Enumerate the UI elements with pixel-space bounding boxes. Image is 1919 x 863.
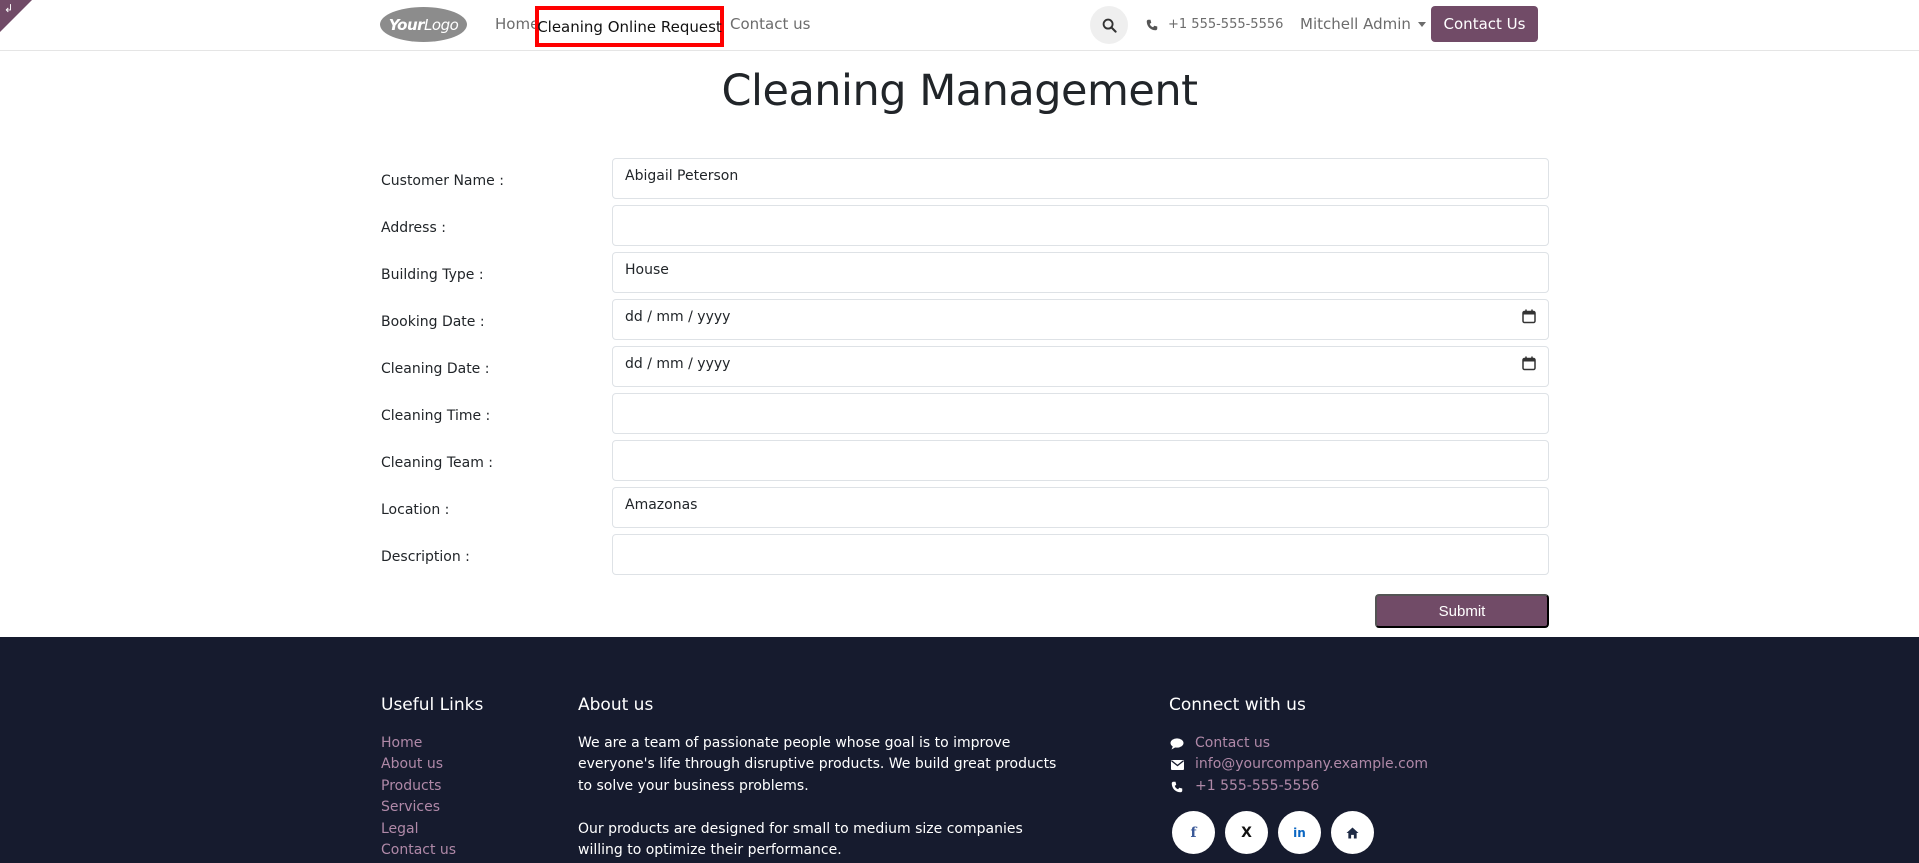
address-input[interactable] — [612, 205, 1549, 246]
nav-contact-us[interactable]: Contact us — [730, 15, 810, 33]
about-us-paragraph-2: Our products are designed for small to m… — [578, 820, 1023, 859]
about-us-heading: About us — [578, 695, 654, 715]
connect-email[interactable]: info@yourcompany.example.com — [1169, 754, 1428, 775]
cleaning-date-value: dd / mm / yyyy — [625, 355, 731, 372]
nav-cleaning-online-request[interactable]: Cleaning Online Request — [535, 6, 724, 47]
home-icon — [1346, 826, 1359, 839]
calendar-icon[interactable] — [1522, 356, 1536, 371]
connect-email-address: info@yourcompany.example.com — [1195, 756, 1429, 773]
form-row-building-type: Building Type : House — [381, 252, 1549, 293]
linkedin-icon: in — [1293, 825, 1306, 840]
header-phone[interactable]: +1 555-555-5556 — [1146, 17, 1283, 32]
search-icon — [1102, 18, 1117, 33]
x-twitter-button[interactable]: X — [1225, 811, 1268, 854]
form-row-cleaning-team: Cleaning Team : — [381, 440, 1549, 481]
chevron-down-icon — [1417, 21, 1426, 27]
about-us-text: We are a team of passionate people whose… — [578, 733, 1058, 861]
nav-home[interactable]: Home — [495, 15, 539, 33]
footer-link-contact-us[interactable]: Contact us — [381, 840, 456, 861]
connect-list: Contact us info@yourcompany.example.com … — [1169, 733, 1428, 797]
footer-link-about-us[interactable]: About us — [381, 754, 456, 775]
footer-link-services[interactable]: Services — [381, 797, 456, 818]
customer-name-value: Abigail Peterson — [625, 167, 739, 184]
contact-us-button[interactable]: Contact Us — [1431, 6, 1538, 42]
user-name: Mitchell Admin — [1300, 15, 1411, 33]
form-row-address: Address : — [381, 205, 1549, 246]
form-row-description: Description : — [381, 534, 1549, 575]
booking-date-value: dd / mm / yyyy — [625, 308, 731, 325]
connect-phone-number: +1 555-555-5556 — [1195, 777, 1320, 794]
building-type-label: Building Type : — [381, 267, 484, 283]
cleaning-team-input[interactable] — [612, 440, 1549, 481]
form-row-booking-date: Booking Date : dd / mm / yyyy — [381, 299, 1549, 340]
cleaning-date-label: Cleaning Date : — [381, 361, 490, 377]
description-label: Description : — [381, 549, 470, 565]
phone-icon — [1146, 19, 1158, 30]
footer-link-products[interactable]: Products — [381, 776, 456, 797]
footer-link-home[interactable]: Home — [381, 733, 456, 754]
building-type-input[interactable]: House — [612, 252, 1549, 293]
footer-link-legal[interactable]: Legal — [381, 819, 456, 840]
user-menu-dropdown[interactable]: Mitchell Admin — [1300, 15, 1426, 33]
home-button[interactable] — [1331, 811, 1374, 854]
form-row-cleaning-time: Cleaning Time : — [381, 393, 1549, 434]
comment-icon — [1169, 738, 1185, 750]
form-row-cleaning-date: Cleaning Date : dd / mm / yyyy — [381, 346, 1549, 387]
submit-button[interactable]: Submit — [1375, 594, 1549, 628]
useful-links-list: Home About us Products Services Legal Co… — [381, 733, 456, 861]
company-logo[interactable]: Your Logo — [380, 7, 467, 42]
calendar-icon[interactable] — [1522, 309, 1536, 324]
search-button[interactable] — [1090, 6, 1128, 44]
useful-links-heading: Useful Links — [381, 695, 484, 715]
linkedin-button[interactable]: in — [1278, 811, 1321, 854]
top-navbar: Your Logo Home Cleaning Online Request Co… — [0, 0, 1919, 51]
booking-date-label: Booking Date : — [381, 314, 485, 330]
customer-name-input[interactable]: Abigail Peterson — [612, 158, 1549, 199]
connect-phone[interactable]: +1 555-555-5556 — [1169, 776, 1428, 797]
connect-contact-us[interactable]: Contact us — [1169, 733, 1428, 754]
connect-heading: Connect with us — [1169, 695, 1306, 715]
cleaning-team-label: Cleaning Team : — [381, 455, 493, 471]
cleaning-date-input[interactable]: dd / mm / yyyy — [612, 346, 1549, 387]
corner-arrow-icon: ↲ — [4, 2, 14, 15]
booking-date-input[interactable]: dd / mm / yyyy — [612, 299, 1549, 340]
cleaning-time-input[interactable] — [612, 393, 1549, 434]
cleaning-time-label: Cleaning Time : — [381, 408, 491, 424]
location-input[interactable]: Amazonas — [612, 487, 1549, 528]
location-label: Location : — [381, 502, 450, 518]
phone-icon — [1169, 781, 1185, 793]
facebook-button[interactable]: f — [1172, 811, 1215, 854]
page-title: Cleaning Management — [721, 66, 1198, 116]
about-us-paragraph-1: We are a team of passionate people whose… — [578, 735, 1057, 794]
connect-contact-us-label: Contact us — [1195, 735, 1271, 751]
customer-name-label: Customer Name : — [381, 173, 504, 189]
address-label: Address : — [381, 220, 446, 236]
description-input[interactable] — [612, 534, 1549, 575]
facebook-icon: f — [1190, 824, 1197, 841]
envelope-icon — [1169, 760, 1185, 771]
form-row-location: Location : Amazonas — [381, 487, 1549, 528]
x-icon: X — [1241, 824, 1252, 841]
logo-text: Logo — [424, 15, 459, 34]
location-value: Amazonas — [625, 496, 698, 513]
form-row-customer-name: Customer Name : Abigail Peterson — [381, 158, 1549, 199]
building-type-value: House — [625, 261, 669, 278]
site-footer: Useful Links Home About us Products Serv… — [0, 637, 1919, 863]
header-phone-number: +1 555-555-5556 — [1168, 17, 1284, 32]
logo-text-bold: Your — [388, 15, 425, 34]
